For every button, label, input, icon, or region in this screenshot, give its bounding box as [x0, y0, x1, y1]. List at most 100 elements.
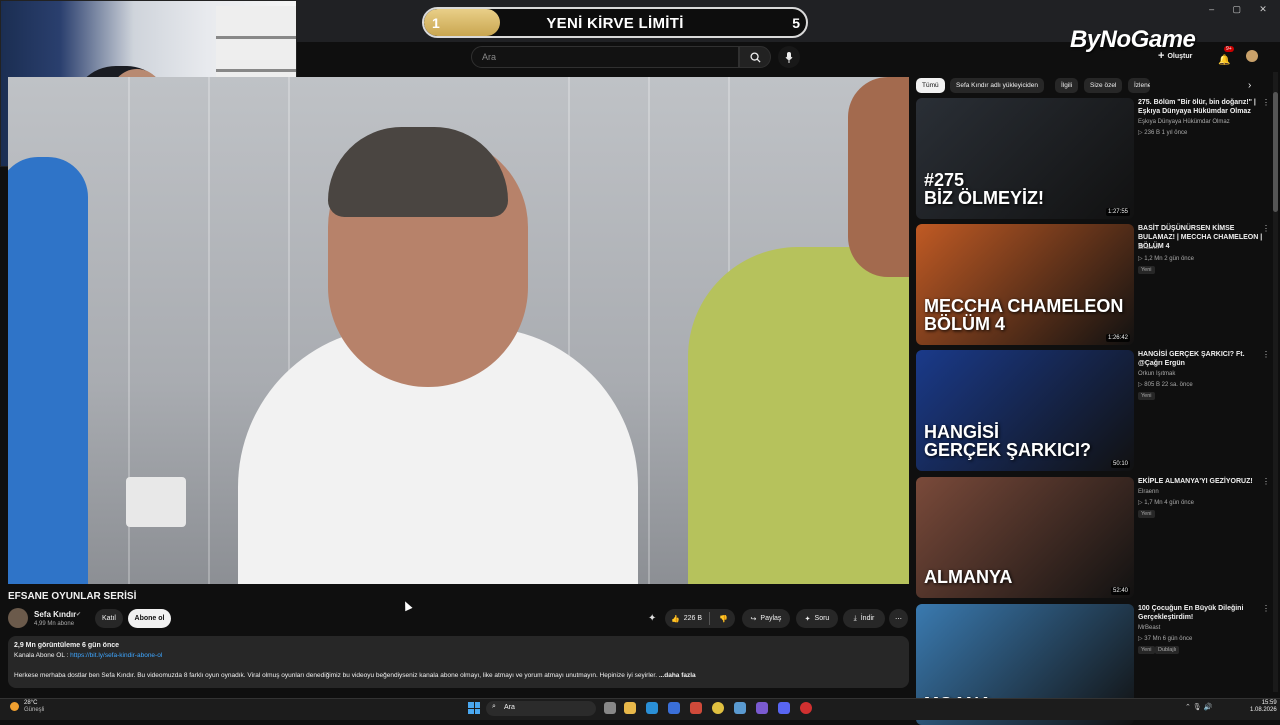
related-thumbnail[interactable]: #275 BİZ ÖLMEYİZ! 1:27:55 — [916, 98, 1134, 219]
like-divider — [709, 612, 710, 625]
taskbar-search[interactable]: ⌕ Ara — [486, 701, 596, 716]
more-options-icon[interactable]: ⋮ — [1262, 224, 1270, 233]
join-label: Katıl — [101, 615, 116, 622]
description-prefix: Kanala Abone OL : — [14, 652, 71, 659]
kirve-limit-progress: 1 YENİ KİRVE LİMİTİ 5 — [422, 7, 808, 38]
search-button[interactable] — [739, 46, 771, 68]
scrollbar[interactable] — [1273, 72, 1278, 692]
clock[interactable]: 15:59 1.08.2026 — [1250, 700, 1277, 714]
discord-icon[interactable] — [778, 702, 790, 714]
related-thumbnail[interactable]: HANGİSİ GERÇEK ŞARKICI? 50:10 — [916, 350, 1134, 471]
view-count-date: 2,9 Mn görüntüleme 6 gün önce — [14, 642, 120, 649]
show-more-link[interactable]: ...daha fazla — [659, 672, 696, 679]
video-player[interactable] — [8, 77, 909, 584]
task-view-icon[interactable] — [604, 702, 616, 714]
microphone-icon — [785, 51, 793, 63]
chrome-icon[interactable] — [712, 702, 724, 714]
description-line-2: Herkese merhaba dostlar ben Sefa Kındır.… — [14, 672, 696, 679]
description-box[interactable] — [8, 636, 909, 688]
related-channel[interactable]: Eşkıya Dünyaya Hükümdar Olmaz — [1138, 119, 1230, 125]
tray-icons[interactable]: ⌃ 🎙 🔊 — [1185, 703, 1212, 711]
person-center-hair — [328, 127, 508, 217]
weather-widget[interactable]: 28°C Güneşli — [24, 700, 44, 714]
more-options-icon[interactable]: ⋮ — [1262, 98, 1270, 107]
download-button[interactable]: ⤓ İndir — [843, 609, 885, 628]
window-controls[interactable]: – ▢ ✕ — [1200, 4, 1276, 18]
store-icon[interactable] — [668, 702, 680, 714]
related-title[interactable]: EKİPLE ALMANYA'YI GEZİYORUZ! — [1138, 477, 1268, 486]
notifications-button[interactable]: 🔔 9+ — [1218, 46, 1234, 66]
limit-max-value: 5 — [792, 15, 800, 31]
related-title[interactable]: 100 Çocuğun En Büyük Dileğini Gerçekleşt… — [1138, 604, 1268, 622]
duration-badge: 50:10 — [1110, 460, 1130, 468]
maximize-icon[interactable]: ▢ — [1232, 4, 1241, 18]
related-channel[interactable]: Elraenn — [1138, 489, 1159, 495]
chip-for-you[interactable]: Size özel — [1084, 78, 1123, 93]
voice-search-button[interactable] — [778, 46, 800, 68]
sparkle-ask-icon: ✦ — [804, 615, 811, 623]
related-channel[interactable]: Orkun Işıtmak — [1138, 371, 1175, 377]
scrollbar-thumb[interactable] — [1273, 92, 1278, 212]
related-channel[interactable]: Elraenn — [1138, 245, 1159, 251]
search-input[interactable]: Ara — [471, 46, 739, 68]
mouse-cursor — [401, 599, 413, 612]
duration-badge: 1:26:42 — [1105, 334, 1130, 342]
related-channel[interactable]: MrBeast — [1138, 625, 1160, 631]
thumbnail-text: HANGİSİ GERÇEK ŞARKICI? — [924, 422, 1092, 460]
brand-logo: ByNoGame — [1070, 26, 1196, 53]
video-title: EFSANE OYUNLAR SERİSİ — [8, 591, 137, 602]
more-options-icon[interactable]: ⋮ — [1262, 604, 1270, 613]
app2-icon[interactable] — [734, 702, 746, 714]
thumbnail-text: MECCHA CHAMELEON BÖLÜM 4 — [924, 296, 1124, 334]
verified-icon: ✔ — [76, 612, 82, 618]
download-label: İndir — [860, 615, 875, 622]
windows-start-icon[interactable] — [468, 702, 480, 714]
related-thumbnail[interactable]: ALMANYA 52:40 — [916, 477, 1134, 598]
more-actions-button[interactable]: ⋯ — [889, 609, 908, 628]
subscribe-button[interactable]: Abone ol — [128, 609, 171, 628]
thumbs-up-icon: 👍 — [671, 615, 680, 623]
chip-all[interactable]: Tümü — [916, 78, 945, 93]
chip-uploader[interactable]: Sefa Kındır adlı yükleyiciden — [950, 78, 1045, 93]
channel-avatar[interactable] — [8, 608, 28, 628]
search-icon — [749, 51, 761, 63]
new-badge: Yeni — [1138, 266, 1155, 274]
related-meta: ▷ 805 B 22 sa. önce — [1138, 382, 1193, 388]
share-label: Paylaş — [760, 615, 782, 622]
related-title[interactable]: 275. Bölüm "Bir ölür, bin doğarız!" | Eş… — [1138, 98, 1268, 116]
description-text: Herkese merhaba dostlar ben Sefa Kındır.… — [14, 672, 657, 679]
chip-watched[interactable]: İzlenen — [1128, 78, 1150, 93]
subscribe-link[interactable]: https://bit.ly/sefa-kindir-abone-ol — [70, 652, 162, 659]
related-title[interactable]: HANGİSİ GERÇEK ŞARKICI? Ft. @Çağrı Ergün — [1138, 350, 1268, 368]
duration-badge: 52:40 — [1110, 587, 1130, 595]
app4-icon[interactable] — [800, 702, 812, 714]
close-icon[interactable]: ✕ — [1259, 4, 1267, 18]
sparkle-icon[interactable]: ✦ — [648, 613, 656, 624]
avatar[interactable] — [1246, 50, 1258, 62]
thumbs-down-icon[interactable]: 👎 — [719, 615, 728, 623]
notification-badge: 9+ — [1224, 46, 1234, 52]
minimize-icon[interactable]: – — [1209, 4, 1214, 18]
dubbed-badge: Dublajlı — [1155, 646, 1180, 654]
more-options-icon[interactable]: ⋮ — [1262, 350, 1270, 359]
weather-temp: 28°C — [24, 700, 38, 706]
chevron-right-icon[interactable]: › — [1248, 80, 1251, 91]
app3-icon[interactable] — [756, 702, 768, 714]
person-right — [688, 247, 909, 584]
subscribe-label: Abone ol — [134, 615, 165, 622]
chip-related[interactable]: İlgili — [1055, 78, 1079, 93]
like-button[interactable]: 👍 226 B 👎 — [665, 609, 735, 628]
share-button[interactable]: ↪ Paylaş — [742, 609, 790, 628]
clock-date: 1.08.2026 — [1250, 707, 1277, 713]
join-button[interactable]: Katıl — [95, 609, 123, 628]
related-meta: ▷ 236 B 1 yıl önce — [1138, 130, 1188, 136]
related-thumbnail[interactable]: MECCHA CHAMELEON BÖLÜM 4 1:26:42 — [916, 224, 1134, 345]
more-options-icon[interactable]: ⋮ — [1262, 477, 1270, 486]
ask-button[interactable]: ✦ Soru — [796, 609, 838, 628]
edge-icon[interactable] — [646, 702, 658, 714]
channel-name[interactable]: Sefa Kındır — [34, 610, 76, 619]
file-explorer-icon[interactable] — [624, 702, 636, 714]
app-icon[interactable] — [690, 702, 702, 714]
wall-socket — [126, 477, 186, 527]
new-badge: Yeni — [1138, 646, 1155, 654]
